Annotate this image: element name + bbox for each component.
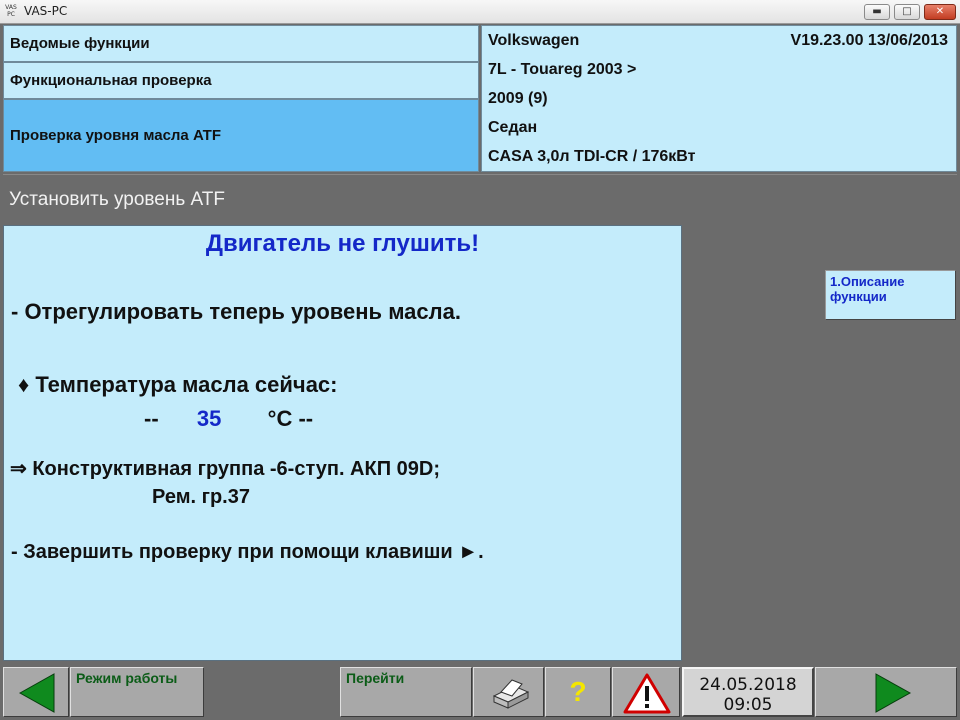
printer-icon bbox=[492, 679, 530, 709]
temperature-prefix: -- bbox=[144, 406, 159, 431]
vehicle-brand: Volkswagen bbox=[488, 32, 580, 49]
date-time-display: 24.05.2018 09:05 bbox=[682, 667, 814, 717]
instruction-panel: Двигатель не глушить! - Отрегулировать т… bbox=[3, 225, 682, 661]
warning-triangle-icon bbox=[623, 673, 671, 714]
vehicle-engine: CASA 3,0л TDI-CR / 176кВт bbox=[488, 148, 696, 165]
path-level-3-active[interactable]: Проверка уровня масла ATF bbox=[3, 99, 479, 172]
temperature-readout: -- 35 °C -- bbox=[144, 406, 313, 432]
vehicle-year: 2009 (9) bbox=[488, 90, 548, 107]
forward-arrow-icon bbox=[875, 673, 912, 713]
forward-button[interactable] bbox=[815, 667, 957, 717]
temperature-unit: °C -- bbox=[267, 406, 314, 431]
vehicle-model: 7L - Touareg 2003 > bbox=[488, 61, 637, 78]
instruction-adjust: - Отрегулировать теперь уровень масла. bbox=[11, 299, 461, 324]
path-level-1[interactable]: Ведомые функции bbox=[3, 25, 479, 62]
help-icon: ? bbox=[569, 676, 587, 707]
temperature-value: 35 bbox=[196, 406, 222, 431]
warning-text: Двигатель не глушить! bbox=[205, 230, 480, 257]
minimize-button[interactable]: ▬ bbox=[864, 4, 890, 20]
section-bar: Установить уровень ATF bbox=[3, 174, 957, 224]
app-logo-icon: VAS PC bbox=[5, 4, 17, 18]
window-title: VAS-PC bbox=[24, 4, 68, 18]
goto-button[interactable]: Перейти bbox=[340, 667, 472, 717]
print-button[interactable] bbox=[473, 667, 544, 717]
goto-label: Перейти bbox=[346, 670, 405, 686]
warning-button[interactable] bbox=[612, 667, 680, 717]
software-version: V19.23.00 13/06/2013 bbox=[790, 32, 948, 49]
back-arrow-icon bbox=[18, 673, 55, 713]
vehicle-body: Седан bbox=[488, 119, 538, 136]
window-title-bar: VAS PC VAS-PC ▬ □ ✕ bbox=[0, 0, 960, 24]
bottom-toolbar: Режим работы Перейти ? 24.05.2018 09:05 bbox=[0, 661, 960, 720]
back-button[interactable] bbox=[3, 667, 69, 717]
vehicle-info-panel: Volkswagen V19.23.00 13/06/2013 7L - Tou… bbox=[481, 25, 957, 172]
path-level-2[interactable]: Функциональная проверка bbox=[3, 62, 479, 99]
help-button[interactable]: ? bbox=[545, 667, 611, 717]
repair-group-text: Рем. гр.37 bbox=[152, 486, 250, 508]
function-description-button[interactable]: 1.Описание функции bbox=[825, 270, 956, 320]
operating-mode-button[interactable]: Режим работы bbox=[70, 667, 204, 717]
time-text: 09:05 bbox=[723, 695, 773, 715]
maximize-button[interactable]: □ bbox=[894, 4, 920, 20]
section-title: Установить уровень ATF bbox=[9, 189, 226, 210]
operating-mode-label: Режим работы bbox=[76, 670, 178, 686]
close-button[interactable]: ✕ bbox=[924, 4, 956, 20]
temperature-label: ♦ Температура масла сейчас: bbox=[18, 372, 338, 397]
instruction-finish: - Завершить проверку при помощи клавиши … bbox=[11, 541, 484, 563]
component-group-text: ⇒ Конструктивная группа -6-ступ. АКП 09D… bbox=[10, 458, 440, 480]
date-text: 24.05.2018 bbox=[699, 675, 797, 695]
